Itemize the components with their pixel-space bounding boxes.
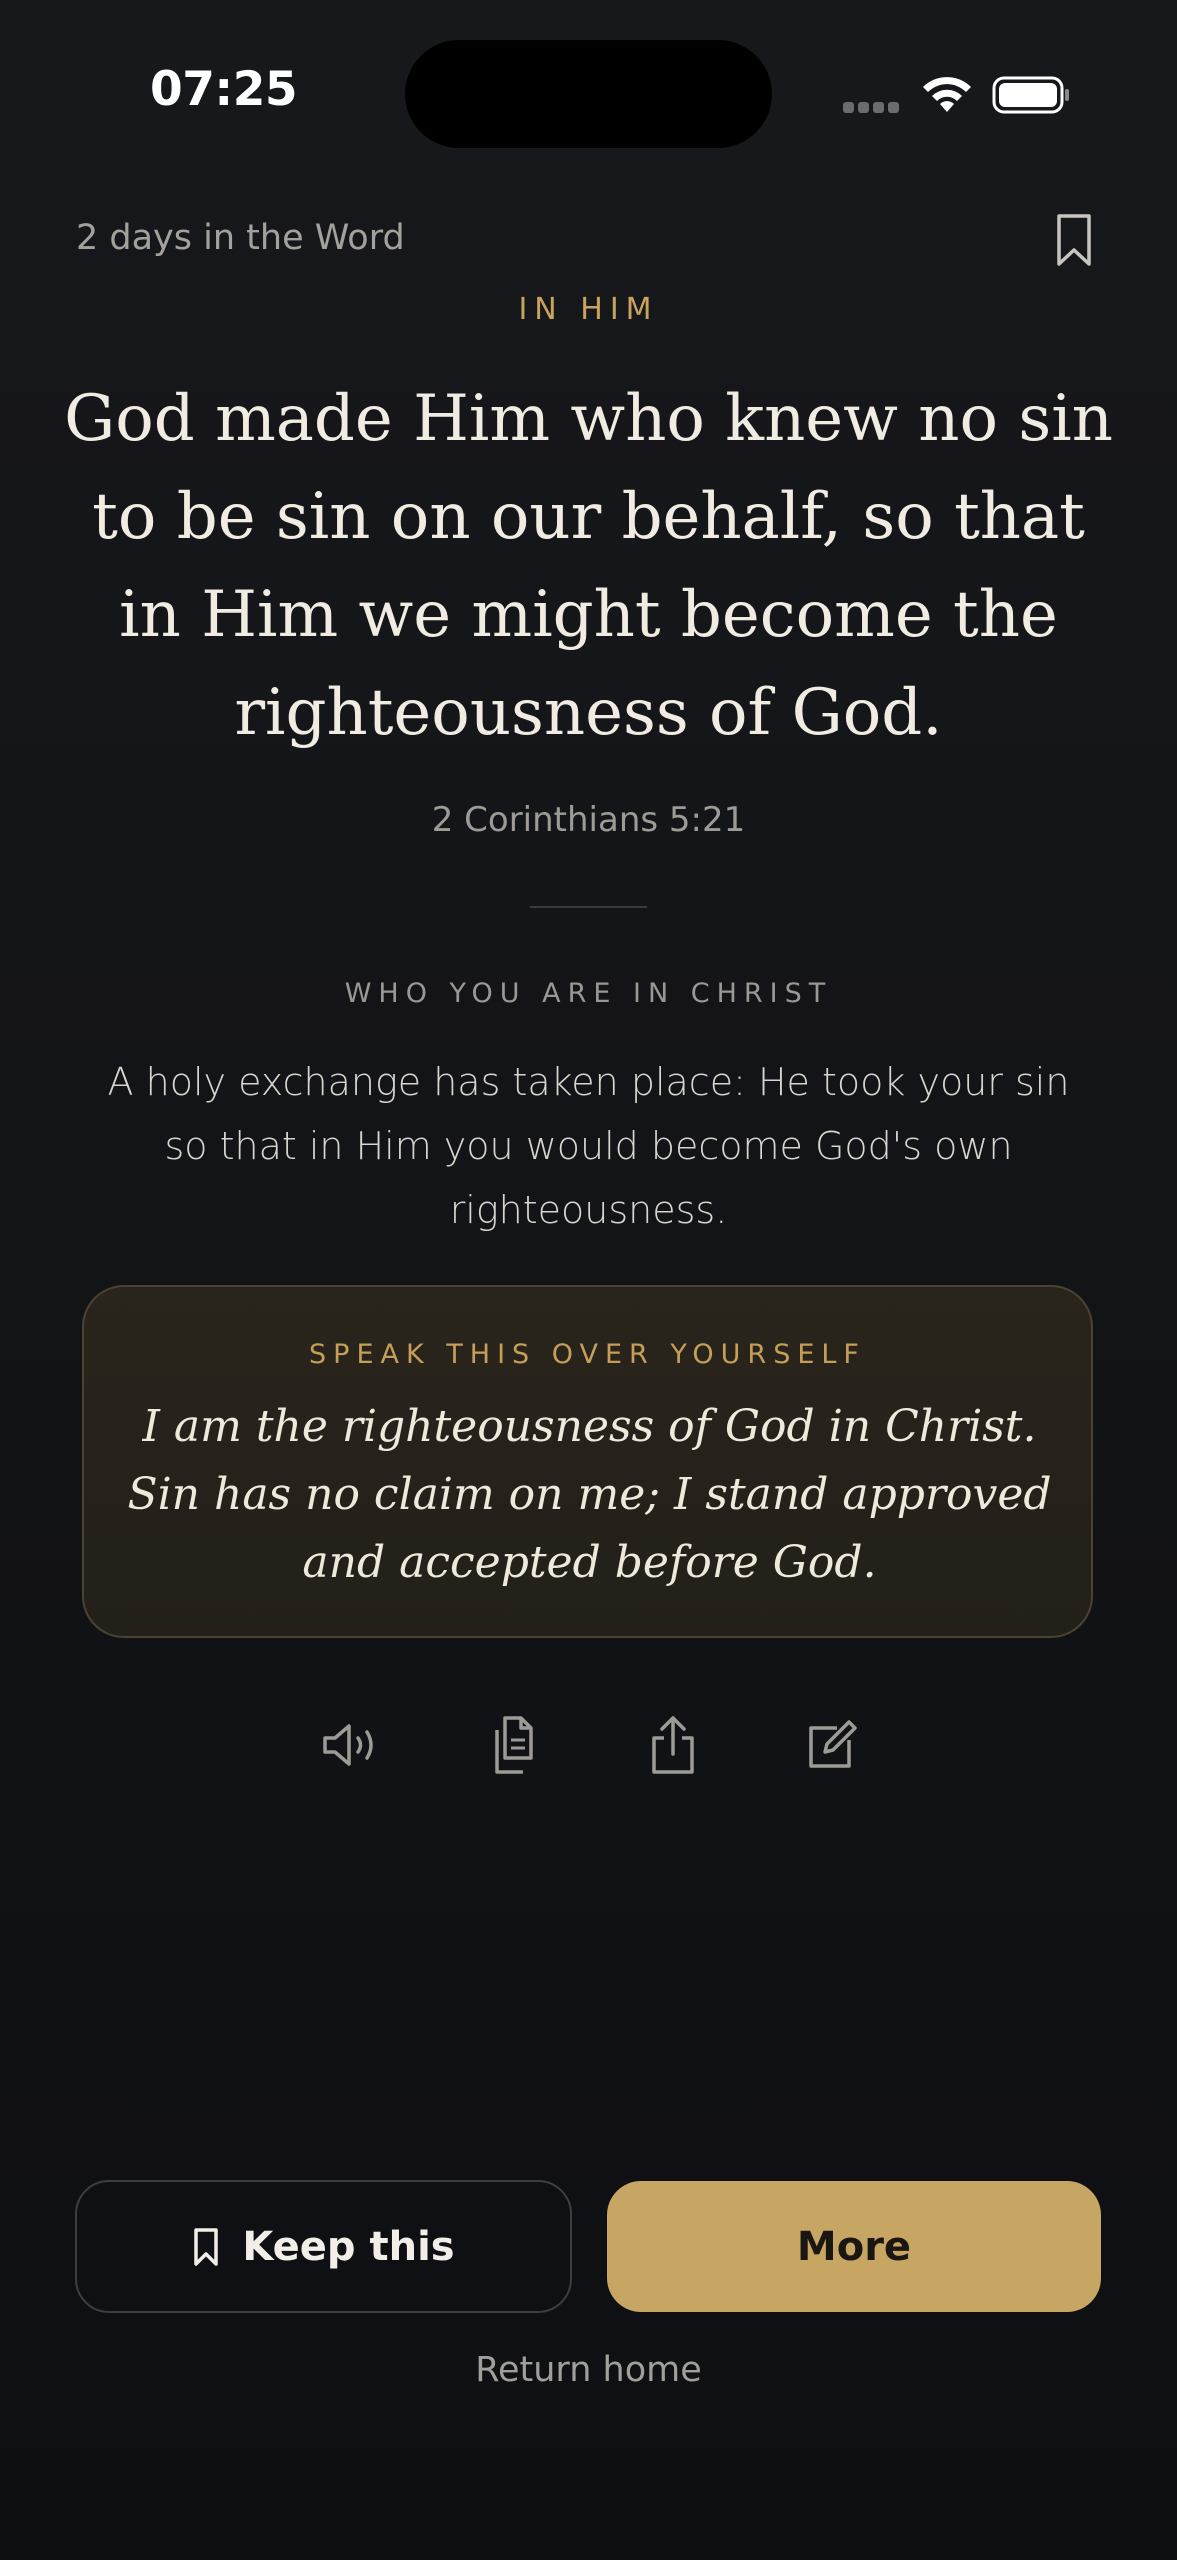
status-time: 07:25 — [150, 62, 298, 117]
verse-reference: 2 Corinthians 5:21 — [431, 800, 746, 840]
bookmark-icon — [194, 2227, 219, 2266]
verse-text: God made Him who knew no sin to be sin o… — [64, 382, 1113, 750]
declaration-text: I am the righteousness of God in Christ.… — [127, 1401, 1052, 1588]
more-label: More — [796, 2223, 912, 2270]
keep-this-label: Keep this — [242, 2223, 455, 2270]
divider — [530, 906, 647, 908]
streak-label: 2 days in the Word — [76, 218, 405, 258]
declaration-card: SPEAK THIS OVER YOURSELF I am the righte… — [82, 1285, 1093, 1638]
wifi-icon — [923, 77, 971, 112]
declaration-label: SPEAK THIS OVER YOURSELF — [309, 1339, 866, 1370]
more-button[interactable]: More — [607, 2181, 1101, 2312]
share-icon[interactable] — [638, 1710, 708, 1780]
verse-eyebrow: IN HIM — [518, 292, 659, 327]
signal-icon — [843, 102, 900, 114]
return-home-link[interactable]: Return home — [0, 2350, 1177, 2390]
edit-icon[interactable] — [797, 1710, 867, 1780]
verse-screen: 07:25 2 days in the Word IN HIM God made… — [0, 0, 1177, 2560]
dynamic-island — [405, 40, 772, 148]
identity-text: A holy exchange has taken place: He took… — [107, 1060, 1070, 1232]
keep-this-button[interactable]: Keep this — [75, 2180, 572, 2313]
identity-label: WHO YOU ARE IN CHRIST — [344, 978, 833, 1009]
speaker-icon[interactable] — [317, 1710, 387, 1780]
bookmark-icon[interactable] — [1054, 212, 1094, 268]
battery-icon — [992, 76, 1069, 114]
copy-icon[interactable] — [481, 1710, 551, 1780]
